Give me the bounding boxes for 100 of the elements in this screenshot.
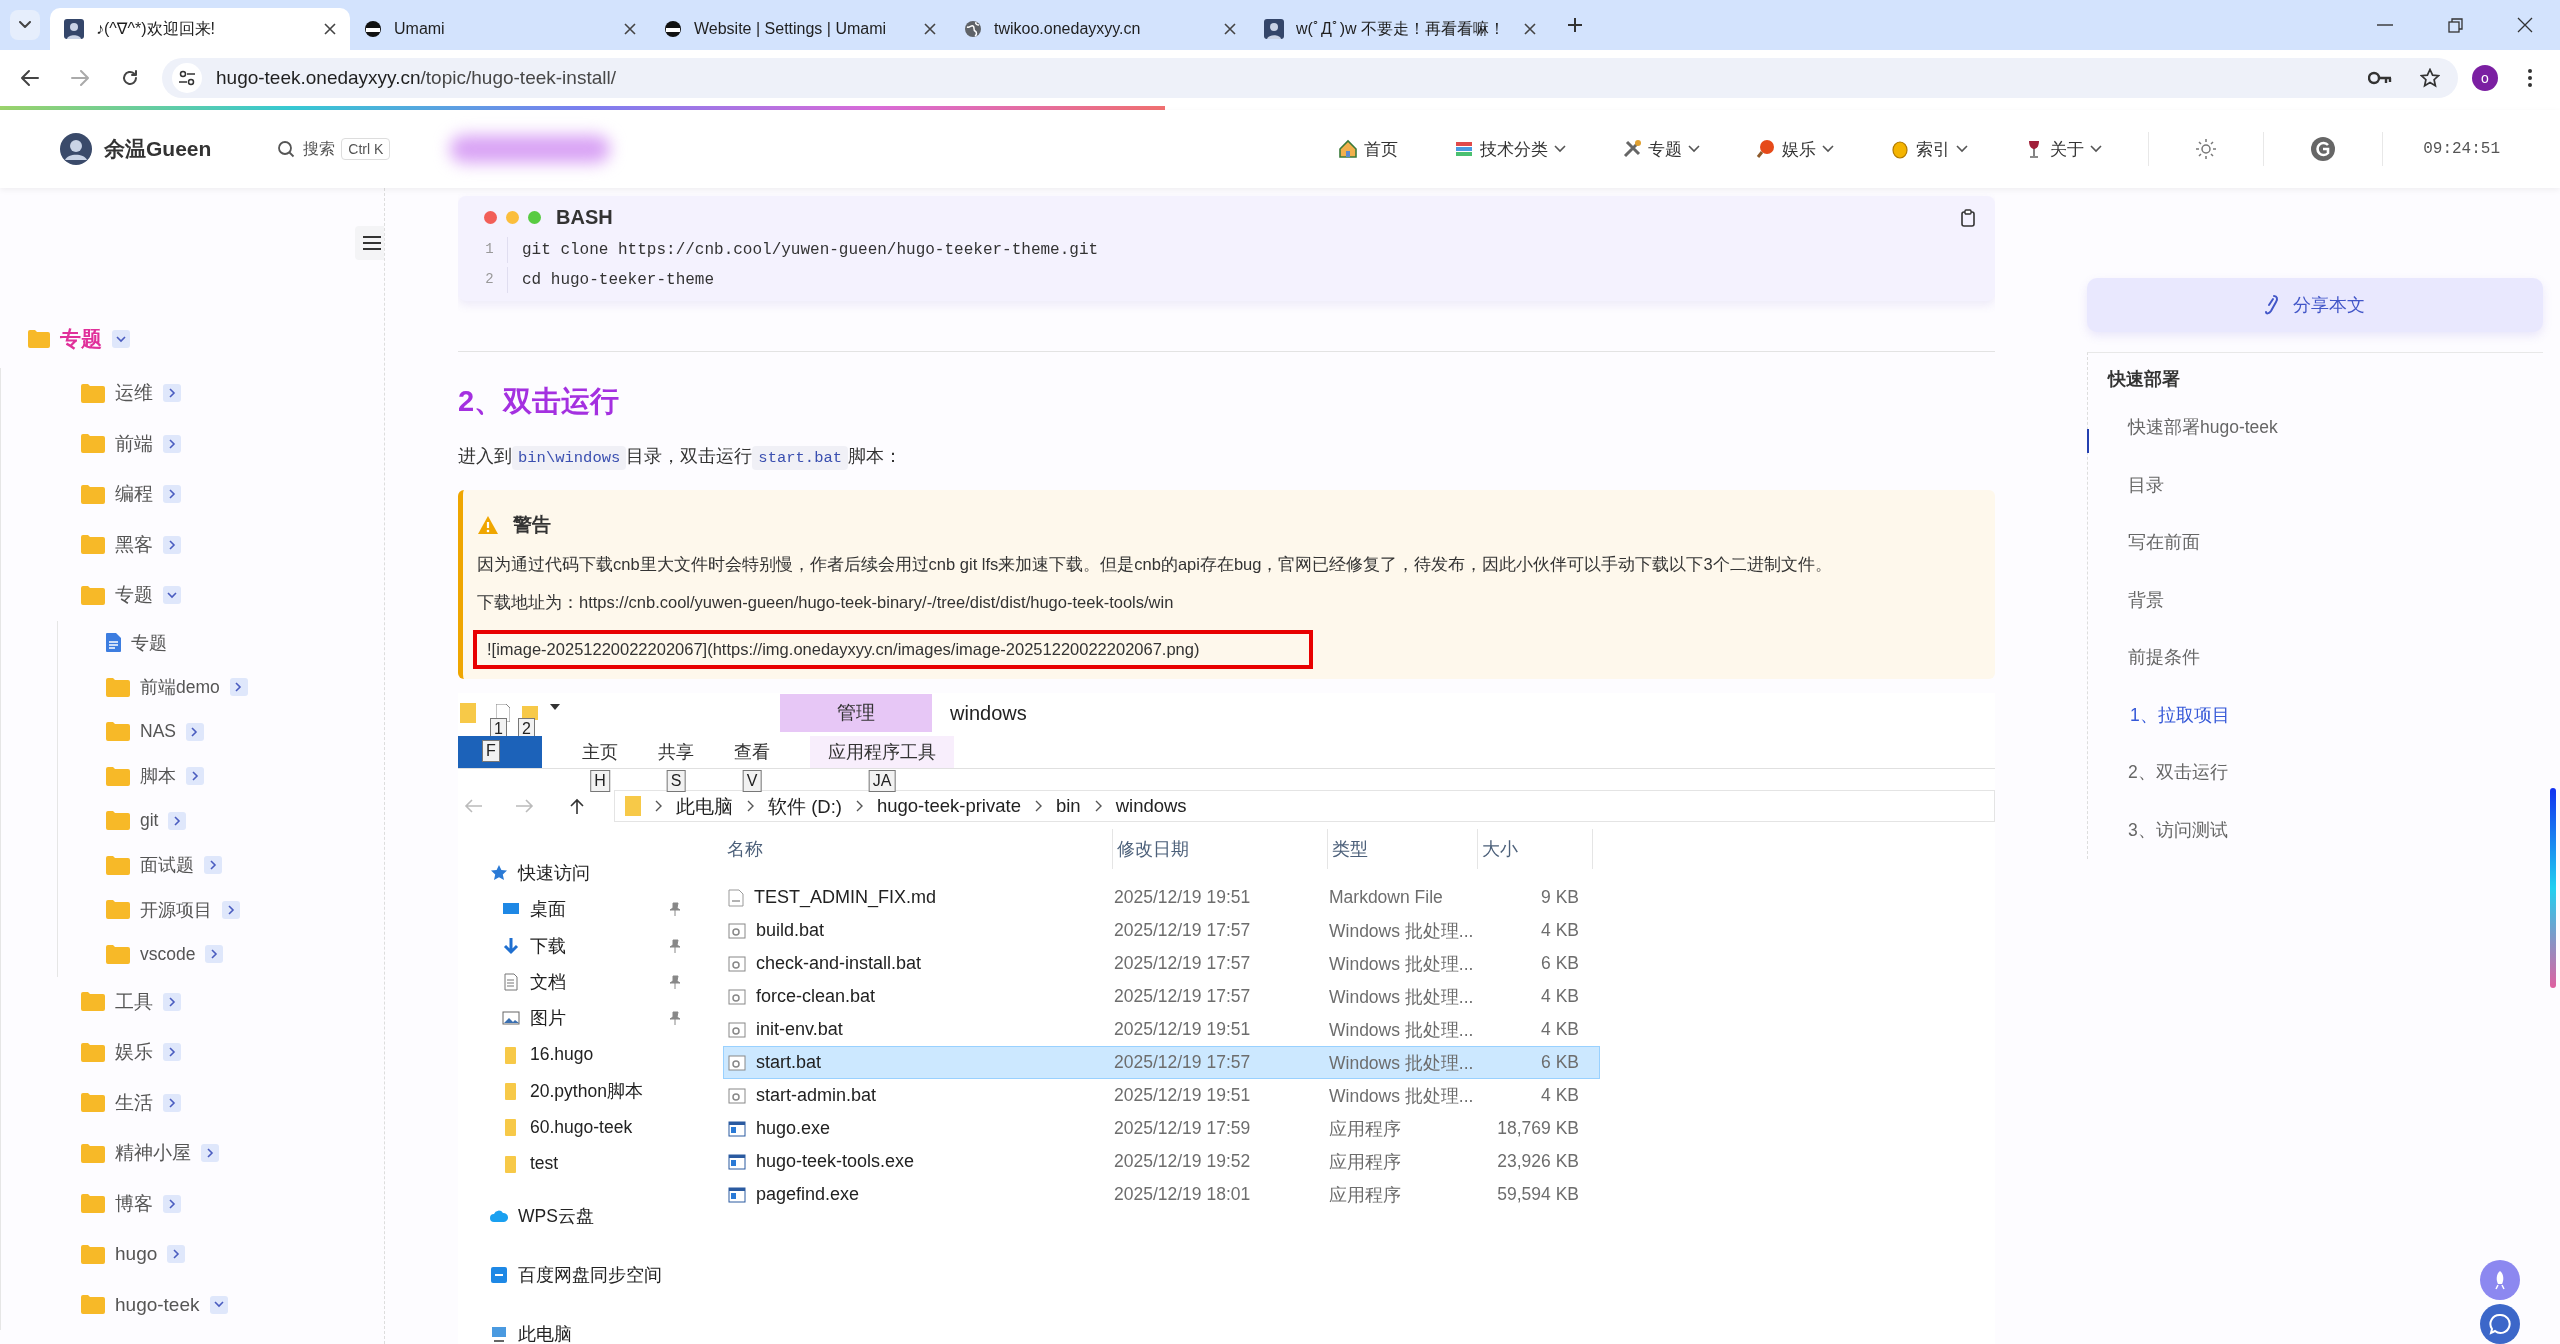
- nav-menu-item[interactable]: 专题: [1616, 136, 1707, 162]
- browser-tab[interactable]: twikoo.onedayxyy.cn: [950, 8, 1250, 50]
- nav-pane-item[interactable]: 文档: [502, 963, 682, 1001]
- sidebar-item[interactable]: 专题: [81, 570, 181, 621]
- file-row[interactable]: build.bat 2025/12/19 17:57 Windows 批处理... 4 KB: [723, 914, 1600, 947]
- sidebar-item[interactable]: vscode: [106, 932, 224, 977]
- nav-pane-item[interactable]: 桌面: [502, 891, 682, 928]
- file-row[interactable]: hugo.exe 2025/12/19 17:59 应用程序 18,769 KB: [723, 1112, 1600, 1145]
- expand-toggle[interactable]: [229, 678, 248, 697]
- expand-toggle[interactable]: [163, 535, 181, 554]
- sidebar-item[interactable]: 前端demo: [106, 665, 248, 710]
- nav-pane-item[interactable]: 下载: [502, 927, 682, 964]
- sidebar-item[interactable]: 脚本: [106, 754, 204, 799]
- toc-link[interactable]: 写在前面: [2088, 514, 2200, 572]
- expand-toggle[interactable]: [222, 900, 240, 919]
- expand-toggle[interactable]: [163, 1194, 181, 1213]
- expand-toggle[interactable]: [209, 1295, 228, 1314]
- expand-toggle[interactable]: [168, 811, 187, 830]
- sidebar-item[interactable]: 黑客: [81, 519, 181, 570]
- toc-link[interactable]: 前提条件: [2088, 629, 2200, 687]
- sidebar-item[interactable]: NAS: [106, 709, 204, 754]
- sidebar-item[interactable]: 专题: [106, 620, 167, 665]
- nav-pane-item[interactable]: WPS云盘: [490, 1191, 723, 1241]
- expand-toggle[interactable]: [163, 485, 181, 504]
- file-row[interactable]: TEST_ADMIN_FIX.md 2025/12/19 19:51 Markdown File 9 KB: [723, 881, 1600, 914]
- expand-toggle[interactable]: [204, 856, 222, 875]
- browser-tab[interactable]: Umami: [350, 8, 650, 50]
- chat-button[interactable]: [2480, 1304, 2520, 1344]
- sidebar-item[interactable]: 精神小屋: [81, 1128, 219, 1179]
- browser-tab[interactable]: w(ﾟДﾟ)w 不要走！再看看嘛！: [1250, 8, 1550, 50]
- breadcrumb-item[interactable]: hugo-teek-private: [876, 795, 1021, 817]
- nav-pane-item[interactable]: 此电脑: [490, 1309, 723, 1344]
- browser-tab[interactable]: ♪(^∇^*)欢迎回来!: [50, 8, 350, 50]
- toc-link[interactable]: 2、双击运行: [2088, 744, 2228, 802]
- nav-pane-item[interactable]: 16.hugo: [502, 1036, 682, 1073]
- expand-toggle[interactable]: [205, 945, 224, 964]
- toc-link[interactable]: 快速部署hugo-teek: [2088, 399, 2278, 457]
- sidebar-item[interactable]: 专题: [0, 310, 130, 368]
- sidebar-item[interactable]: 博客: [81, 1178, 181, 1229]
- expand-toggle[interactable]: [186, 767, 204, 786]
- sidebar-item[interactable]: 前端: [81, 418, 181, 469]
- nav-pane-item[interactable]: 60.hugo-teek: [502, 1109, 682, 1146]
- file-row[interactable]: start.bat 2025/12/19 17:57 Windows 批处理... 6 KB: [723, 1046, 1600, 1079]
- expand-toggle[interactable]: [163, 434, 181, 453]
- expand-toggle[interactable]: [167, 1245, 186, 1264]
- sidebar-item[interactable]: 娱乐: [81, 1027, 181, 1078]
- path-bar[interactable]: 此电脑 软件 (D:) hugo-teek-private bin windows: [614, 790, 1995, 822]
- sidebar-item[interactable]: hugo-teek: [81, 1279, 228, 1330]
- site-logo-text[interactable]: 余温Gueen: [104, 135, 212, 163]
- sidebar-item[interactable]: 开源项目: [106, 887, 240, 932]
- sidebar-item[interactable]: 编程: [81, 469, 181, 520]
- profile-avatar[interactable]: o: [2472, 65, 2498, 91]
- expand-toggle[interactable]: [163, 1093, 181, 1112]
- sidebar-item[interactable]: git: [106, 798, 187, 843]
- toc-link[interactable]: 1、拉取项目: [2088, 686, 2230, 744]
- expand-toggle[interactable]: [201, 1144, 219, 1163]
- address-bar[interactable]: hugo-teek.onedayxyy.cn/topic/hugo-teek-install/: [162, 58, 2458, 98]
- menu-button[interactable]: [355, 226, 384, 260]
- toc-link[interactable]: 背景: [2088, 571, 2164, 629]
- nav-menu-item[interactable]: 娱乐: [1750, 136, 1841, 162]
- sidebar-item[interactable]: hugo: [81, 1229, 186, 1280]
- breadcrumb-item[interactable]: 软件 (D:): [768, 793, 842, 819]
- file-tab[interactable]: F: [458, 736, 542, 768]
- nav-pane-item[interactable]: test: [502, 1145, 682, 1182]
- search-button[interactable]: 搜索: [271, 137, 342, 161]
- file-row[interactable]: check-and-install.bat 2025/12/19 17:57 Windows 批处理... 6 KB: [723, 947, 1600, 980]
- sidebar-item[interactable]: 工具: [81, 976, 181, 1027]
- nav-pane-item[interactable]: 快速访问: [490, 855, 723, 892]
- rocket-button[interactable]: [2480, 1260, 2520, 1300]
- expand-toggle[interactable]: [112, 330, 130, 348]
- expand-toggle[interactable]: [163, 992, 181, 1011]
- file-row[interactable]: pagefind.exe 2025/12/19 18:01 应用程序 59,594 KB: [723, 1178, 1600, 1211]
- file-row[interactable]: hugo-teek-tools.exe 2025/12/19 19:52 应用程序 23,926 KB: [723, 1145, 1600, 1178]
- column-header[interactable]: 名称: [723, 829, 1113, 869]
- expand-toggle[interactable]: [163, 1043, 181, 1062]
- toc-link[interactable]: 3、访问测试: [2088, 801, 2228, 859]
- nav-menu-item[interactable]: 关于: [2018, 136, 2109, 162]
- expand-toggle[interactable]: [186, 722, 204, 741]
- browser-tab[interactable]: Website | Settings | Umami: [650, 8, 950, 50]
- breadcrumb-item[interactable]: 此电脑: [676, 793, 733, 819]
- nav-menu-item[interactable]: 索引: [1884, 136, 1975, 162]
- expand-toggle[interactable]: [163, 384, 181, 403]
- site-info-button[interactable]: [172, 63, 202, 93]
- nav-menu-item[interactable]: 首页: [1332, 136, 1405, 162]
- column-header[interactable]: 大小: [1478, 829, 1593, 869]
- column-header[interactable]: 修改日期: [1113, 829, 1328, 869]
- nav-pane-item[interactable]: 图片: [502, 1000, 682, 1037]
- nav-pane-item[interactable]: 百度网盘同步空间: [490, 1250, 723, 1300]
- breadcrumb-item[interactable]: bin: [1055, 795, 1081, 817]
- file-row[interactable]: start-admin.bat 2025/12/19 19:51 Windows 批处理... 4 KB: [723, 1079, 1600, 1112]
- sidebar-item[interactable]: 面试题: [106, 843, 222, 888]
- file-row[interactable]: init-env.bat 2025/12/19 19:51 Windows 批处理... 4 KB: [723, 1013, 1600, 1046]
- share-button[interactable]: 分享本文: [2087, 278, 2543, 332]
- nav-menu-item[interactable]: 技术分类: [1448, 136, 1573, 162]
- nav-pane-item[interactable]: 20.python脚本: [502, 1072, 682, 1110]
- file-row[interactable]: force-clean.bat 2025/12/19 17:57 Windows 批处理... 4 KB: [723, 980, 1600, 1013]
- expand-toggle[interactable]: [163, 586, 181, 605]
- column-header[interactable]: 类型: [1328, 829, 1478, 869]
- sidebar-item[interactable]: 生活: [81, 1077, 181, 1128]
- breadcrumb-item[interactable]: windows: [1115, 795, 1187, 817]
